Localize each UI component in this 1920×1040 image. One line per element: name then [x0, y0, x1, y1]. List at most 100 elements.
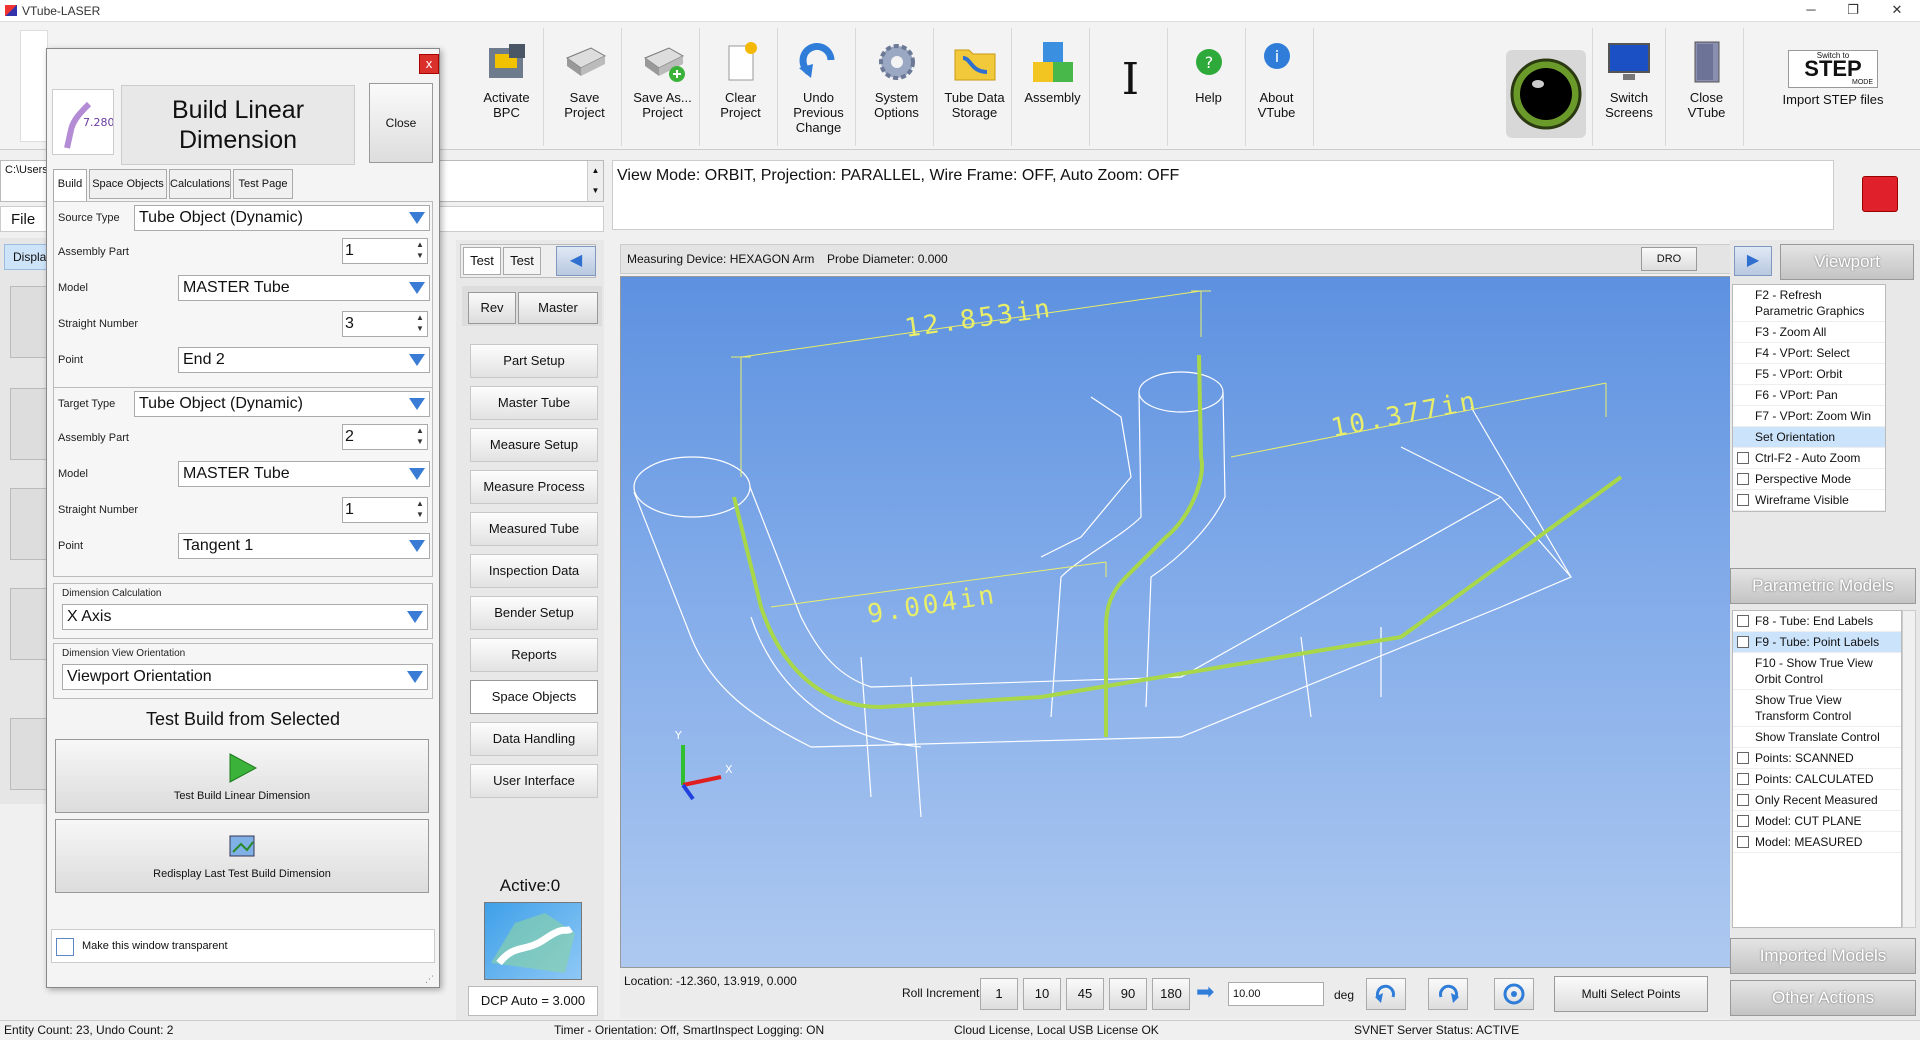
process-button-reports[interactable]: Reports	[470, 638, 598, 672]
roll-45-button[interactable]: 45	[1066, 978, 1104, 1010]
process-button-measure-process[interactable]: Measure Process	[470, 470, 598, 504]
viewport-3d[interactable]: 12.853in 10.377in 9.004in Y X	[620, 276, 1824, 968]
option-show-true-view-transform-control[interactable]: Show True View Transform Control	[1733, 690, 1901, 727]
process-button-user-interface[interactable]: User Interface	[470, 764, 598, 798]
switch-screens-button[interactable]: Switch Screens	[1592, 28, 1666, 146]
back-arrow-button[interactable]: ◀	[556, 246, 596, 276]
test-tab-1[interactable]: Test	[463, 247, 501, 275]
maximize-button[interactable]: ❐	[1830, 0, 1876, 22]
dimension-calculation-select[interactable]: X Axis	[62, 604, 428, 630]
process-button-measured-tube[interactable]: Measured Tube	[470, 512, 598, 546]
rotate-cw-button[interactable]	[1428, 978, 1468, 1010]
minimize-button[interactable]: ─	[1788, 0, 1834, 22]
side-tool-3[interactable]	[10, 488, 48, 560]
other-actions-header[interactable]: Other Actions	[1730, 980, 1916, 1016]
option-f3-zoom-all[interactable]: F3 - Zoom All	[1733, 322, 1885, 343]
source-point-select[interactable]: End 2	[178, 347, 430, 373]
view-orientation-select[interactable]: Viewport Orientation	[62, 664, 428, 690]
roll-input[interactable]: 10.00	[1228, 982, 1324, 1006]
process-button-space-objects[interactable]: Space Objects	[470, 680, 598, 714]
path-scrollbar[interactable]: ▲ ▼	[587, 161, 603, 201]
close-vtube-button[interactable]: Close VTube	[1670, 28, 1744, 146]
forward-arrow-button[interactable]: ▶	[1734, 246, 1772, 276]
option-f2-refresh-parametric-graphics[interactable]: F2 - Refresh Parametric Graphics	[1733, 285, 1885, 322]
source-model-select[interactable]: MASTER Tube	[178, 275, 430, 301]
roll-10-button[interactable]: 10	[1023, 978, 1061, 1010]
side-tool-4[interactable]	[10, 588, 48, 660]
rotate-ccw-button[interactable]	[1366, 978, 1406, 1010]
transparent-checkbox[interactable]	[56, 938, 74, 956]
source-assembly-spinner[interactable]: 1 ▲ ▼	[342, 238, 428, 264]
tab-build[interactable]: Build	[53, 169, 87, 201]
roll-180-button[interactable]: 180	[1152, 978, 1190, 1010]
option-f4-vport-select[interactable]: F4 - VPort: Select	[1733, 343, 1885, 364]
option-f8-tube-end-labels[interactable]: F8 - Tube: End Labels	[1733, 611, 1901, 632]
test-tab-2[interactable]: Test	[503, 247, 541, 275]
close-window-button[interactable]: ✕	[1874, 0, 1920, 22]
dro-button[interactable]: DRO	[1641, 247, 1697, 271]
about-vtube-button[interactable]: i About VTube	[1240, 28, 1314, 146]
viewport-section-header[interactable]: Viewport	[1780, 244, 1914, 280]
option-checkbox[interactable]	[1737, 773, 1749, 785]
save-as-project-button[interactable]: Save As... Project	[626, 28, 700, 146]
record-button[interactable]	[1506, 50, 1586, 138]
assembly-button[interactable]: Assembly	[1016, 28, 1090, 146]
option-only-recent-measured[interactable]: Only Recent Measured	[1733, 790, 1901, 811]
resize-grip-icon[interactable]: ⋰	[425, 973, 437, 985]
target-assembly-spinner[interactable]: 2 ▲ ▼	[342, 424, 428, 450]
process-button-part-setup[interactable]: Part Setup	[470, 344, 598, 378]
undo-previous-change-button[interactable]: Undo Previous Change	[782, 28, 856, 146]
option-checkbox[interactable]	[1737, 452, 1749, 464]
option-set-orientation[interactable]: Set Orientation	[1733, 427, 1885, 448]
option-wireframe-visible[interactable]: Wireframe Visible	[1733, 490, 1885, 511]
redisplay-button[interactable]: Redisplay Last Test Build Dimension	[55, 819, 429, 893]
imported-models-header[interactable]: Imported Models	[1730, 938, 1916, 974]
tube-data-storage-button[interactable]: Tube Data Storage	[938, 28, 1012, 146]
test-build-button[interactable]: Test Build Linear Dimension	[55, 739, 429, 813]
multi-select-points-button[interactable]: Multi Select Points	[1554, 976, 1708, 1012]
side-tool-5[interactable]	[10, 718, 48, 790]
option-checkbox[interactable]	[1737, 815, 1749, 827]
rotate-3d-button[interactable]	[1494, 978, 1534, 1010]
option-f7-vport-zoom-win[interactable]: F7 - VPort: Zoom Win	[1733, 406, 1885, 427]
roll-90-button[interactable]: 90	[1109, 978, 1147, 1010]
option-checkbox[interactable]	[1737, 494, 1749, 506]
clear-project-button[interactable]: Clear Project	[704, 28, 778, 146]
process-button-data-handling[interactable]: Data Handling	[470, 722, 598, 756]
option-checkbox[interactable]	[1737, 615, 1749, 627]
help-button[interactable]: ? Help	[1172, 28, 1246, 146]
cursor-i-button[interactable]: I	[1094, 28, 1168, 146]
option-model-cut-plane[interactable]: Model: CUT PLANE	[1733, 811, 1901, 832]
process-button-master-tube[interactable]: Master Tube	[470, 386, 598, 420]
target-straight-spinner[interactable]: 1 ▲ ▼	[342, 497, 428, 523]
dialog-close-x-button[interactable]: x	[419, 54, 439, 74]
option-f10-show-true-view-orbit-control[interactable]: F10 - Show True View Orbit Control	[1733, 653, 1901, 690]
side-tool-2[interactable]	[10, 388, 48, 460]
save-project-button[interactable]: Save Project	[548, 28, 622, 146]
roll-1-button[interactable]: 1	[980, 978, 1018, 1010]
option-checkbox[interactable]	[1737, 836, 1749, 848]
system-options-button[interactable]: System Options	[860, 28, 934, 146]
stop-button[interactable]	[1862, 176, 1898, 212]
option-checkbox[interactable]	[1737, 473, 1749, 485]
tab-test-page[interactable]: Test Page	[233, 169, 293, 199]
option-model-measured[interactable]: Model: MEASURED	[1733, 832, 1901, 853]
side-tool-1[interactable]	[10, 286, 48, 358]
option-checkbox[interactable]	[1737, 794, 1749, 806]
process-thumbnail[interactable]	[484, 902, 582, 980]
option-checkbox[interactable]	[1737, 636, 1749, 648]
display-tab[interactable]: Displa	[4, 244, 52, 270]
param-list-scrollbar[interactable]	[1902, 610, 1916, 928]
parametric-models-header[interactable]: Parametric Models	[1730, 568, 1916, 604]
option-f6-vport-pan[interactable]: F6 - VPort: Pan	[1733, 385, 1885, 406]
rev-button[interactable]: Rev	[468, 292, 516, 324]
option-perspective-mode[interactable]: Perspective Mode	[1733, 469, 1885, 490]
target-point-select[interactable]: Tangent 1	[178, 533, 430, 559]
source-straight-spinner[interactable]: 3 ▲ ▼	[342, 311, 428, 337]
process-button-measure-setup[interactable]: Measure Setup	[470, 428, 598, 462]
target-model-select[interactable]: MASTER Tube	[178, 461, 430, 487]
file-menu[interactable]: File	[11, 211, 35, 228]
dialog-close-button[interactable]: Close	[369, 83, 433, 163]
option-checkbox[interactable]	[1737, 752, 1749, 764]
target-type-select[interactable]: Tube Object (Dynamic)	[134, 391, 430, 417]
